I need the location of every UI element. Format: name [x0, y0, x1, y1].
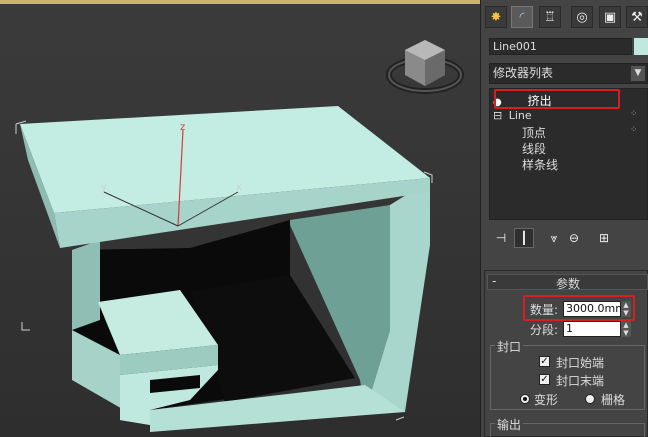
axis-y-label: y: [101, 182, 107, 193]
stack-subitem-segment[interactable]: 线段: [522, 140, 546, 157]
cap-end-checkbox[interactable]: ✓: [539, 374, 550, 385]
stack-subitem-vertex[interactable]: 顶点: [522, 124, 546, 141]
modifier-list-dropdown[interactable]: 修改器列表 ▼: [489, 63, 648, 84]
stack-item-line-label: Line: [508, 109, 532, 122]
highlight-box-amount: [523, 295, 635, 321]
axis-z-label: z: [180, 122, 185, 133]
stack-subitem-spline[interactable]: 样条线: [522, 156, 558, 173]
viewcube-icon[interactable]: [386, 40, 464, 94]
perspective-viewport[interactable]: z x y: [0, 0, 481, 437]
parameters-rollout-header[interactable]: - 参数: [487, 274, 648, 291]
command-panel-tabs: ✸ ◜ ♖ ◎ ▣ ⚒: [481, 4, 648, 32]
axis-x-label: x: [236, 182, 242, 193]
segments-label: 分段:: [530, 323, 559, 337]
modifier-list-label: 修改器列表: [493, 66, 554, 80]
remove-modifier-icon[interactable]: ⊖: [564, 228, 584, 248]
sun-create-icon: ✸: [490, 9, 502, 25]
morph-radio[interactable]: [520, 394, 530, 404]
viewport-scene[interactable]: z x y: [0, 0, 480, 437]
model-left-wall: [72, 240, 100, 330]
utilities-tab[interactable]: ⚒: [626, 6, 648, 28]
stack-item-line[interactable]: ⊟ Line: [493, 109, 532, 122]
motion-icon: ◎: [576, 9, 588, 25]
motion-tab[interactable]: ◎: [571, 6, 593, 28]
collapse-icon: -: [492, 274, 497, 288]
grid-radio[interactable]: [585, 394, 595, 404]
modify-tab[interactable]: ◜: [511, 6, 533, 28]
segments-spinner[interactable]: ▲ ▼: [621, 321, 631, 337]
create-tab[interactable]: ✸: [485, 6, 507, 28]
hierarchy-tab[interactable]: ♖: [539, 6, 561, 28]
stack-toolbar: ⊣ ┃ ⩔ ⊖ ⊞: [489, 228, 648, 250]
segments-input[interactable]: 1: [563, 321, 621, 337]
make-unique-icon[interactable]: ⩔: [544, 228, 564, 248]
collapse-minus-icon[interactable]: ⊟: [493, 109, 502, 122]
object-color-swatch[interactable]: [634, 38, 648, 55]
morph-label: 变形: [534, 393, 559, 407]
rollout-title: 参数: [556, 277, 581, 291]
display-monitor-icon: ▣: [603, 9, 617, 25]
output-group-label: 输出: [495, 416, 524, 433]
cap-group-label: 封口: [495, 338, 524, 355]
grid-label: 栅格: [601, 393, 626, 407]
highlight-box-extrude: [494, 89, 620, 109]
hierarchy-icon: ♖: [544, 9, 556, 25]
utilities-hammer-icon: ⚒: [631, 9, 643, 25]
cap-start-label: 封口始端: [556, 356, 605, 370]
display-tab[interactable]: ▣: [599, 6, 621, 28]
object-name-field[interactable]: Line001: [489, 38, 632, 55]
dots-icon: ⁘: [630, 109, 638, 119]
show-end-result-icon[interactable]: ┃: [514, 228, 534, 248]
cap-end-label: 封口末端: [556, 374, 605, 388]
command-panel: ✸ ◜ ♖ ◎ ▣ ⚒ Line001 修改器列表 ▼ ● 挤出 ⊟ Line …: [481, 0, 648, 437]
modify-arc-icon: ◜: [519, 9, 525, 25]
dots-icon: ⁘: [630, 125, 638, 135]
pin-stack-icon[interactable]: ⊣: [491, 228, 511, 248]
configure-sets-icon[interactable]: ⊞: [594, 228, 614, 248]
cap-start-checkbox[interactable]: ✓: [539, 356, 550, 367]
chevron-down-icon: ▼: [631, 66, 645, 81]
